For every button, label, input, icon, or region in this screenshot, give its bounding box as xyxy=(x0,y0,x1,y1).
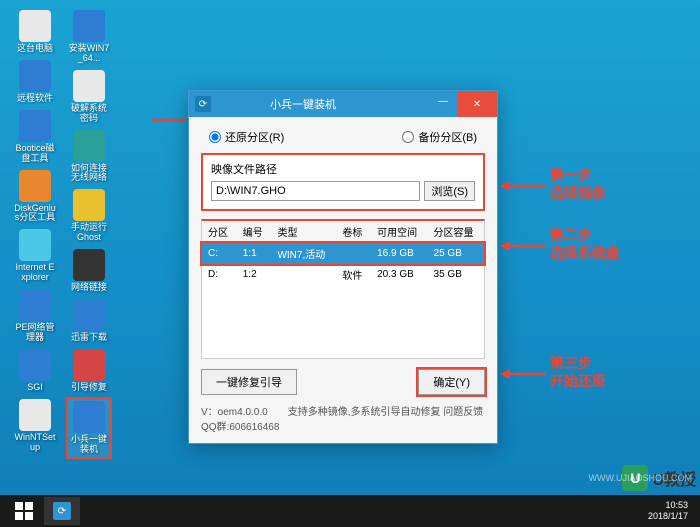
browse-button[interactable]: 浏览(S) xyxy=(424,181,475,201)
annotation-step2: 第二步 选择系统盘 xyxy=(550,226,620,262)
annotation-step3: 第三步 开始还原 xyxy=(550,354,606,390)
desktop-icon-xunlei[interactable]: 迅雷下载 xyxy=(66,297,112,345)
wireless-connect-icon xyxy=(73,130,105,162)
desktop-icon-internet-explorer[interactable]: Internet Explorer xyxy=(12,227,58,285)
col-header[interactable]: 编号 xyxy=(237,221,272,243)
bootice-disk-icon xyxy=(19,110,51,142)
image-path-input[interactable] xyxy=(211,181,420,201)
desktop-icon-diskgenius[interactable]: DiskGenius分区工具 xyxy=(12,168,58,226)
remote-software-icon xyxy=(19,60,51,92)
partition-row[interactable]: D:1:2软件20.3 GB35 GB xyxy=(202,264,484,285)
this-pc-icon xyxy=(19,10,51,42)
col-header[interactable]: 分区 xyxy=(202,221,237,243)
network-links-icon xyxy=(73,249,105,281)
col-header[interactable]: 卷标 xyxy=(336,221,371,243)
desktop-icon-boot-repair[interactable]: 引导修复 xyxy=(66,347,112,395)
boot-repair-icon xyxy=(73,349,105,381)
install-icon xyxy=(73,10,105,42)
partition-row[interactable]: C:1:1WIN7,活动16.9 GB25 GB xyxy=(202,243,484,265)
backup-partition-radio[interactable]: 备份分区(B) xyxy=(402,129,477,145)
system-tray[interactable]: 10:53 2018/1/17 xyxy=(648,500,694,522)
taskbar: ⟳ 10:53 2018/1/17 xyxy=(0,495,700,527)
sgi-icon xyxy=(19,349,51,381)
image-path-section: 映像文件路径 浏览(S) xyxy=(201,153,485,211)
desktop-icon-this-pc[interactable]: 这台电脑 xyxy=(12,8,58,56)
diskgenius-icon xyxy=(19,170,51,202)
pe-network-manager-icon xyxy=(19,289,51,321)
desktop-icon-install[interactable]: 安装WIN7_64... xyxy=(66,8,112,66)
app-icon: ⟳ xyxy=(195,96,211,112)
internet-explorer-icon xyxy=(19,229,51,261)
tray-time: 10:53 xyxy=(648,500,688,511)
start-button[interactable] xyxy=(6,497,42,525)
arrow-step3 xyxy=(498,366,548,382)
desktop-icon-ghost-manual[interactable]: 手动运行Ghost xyxy=(66,187,112,245)
col-header[interactable]: 可用空间 xyxy=(371,221,427,243)
image-path-label: 映像文件路径 xyxy=(211,161,475,177)
restore-partition-radio[interactable]: 还原分区(R) xyxy=(209,129,284,145)
installer-window: ⟳ 小兵一键装机 — ✕ 还原分区(R) 备份分区(B) 映像文件路径 浏览(S… xyxy=(188,90,498,444)
annotation-step1: 第一步 选择镜像 xyxy=(550,166,606,202)
desktop-icon-remote-software[interactable]: 远程软件 xyxy=(12,58,58,106)
desktop-icon-winntsetup[interactable]: WinNTSetup xyxy=(12,397,58,455)
partition-table: 分区编号类型卷标可用空间分区容量 C:1:1WIN7,活动16.9 GB25 G… xyxy=(201,219,485,359)
taskbar-app-installer[interactable]: ⟳ xyxy=(44,497,80,525)
tray-date: 2018/1/17 xyxy=(648,511,688,522)
col-header[interactable]: 分区容量 xyxy=(428,221,484,243)
desktop-icon-bootice-disk[interactable]: Bootice磁盘工具 xyxy=(12,108,58,166)
desktop-icon-pe-network-manager[interactable]: PE网络管理器 xyxy=(12,287,58,345)
desktop-icon-xiaobing-installer[interactable]: 小兵一键装机 xyxy=(66,397,112,459)
repair-boot-button[interactable]: 一键修复引导 xyxy=(201,369,297,395)
ok-button[interactable]: 确定(Y) xyxy=(418,369,485,395)
minimize-button[interactable]: — xyxy=(429,91,457,111)
desktop-icon-wireless-connect[interactable]: 如何连接无线网络 xyxy=(66,128,112,186)
status-bar: V：oem4.0.0.0 支持多种镜像,多系统引导自动修复 问题反馈QQ群:60… xyxy=(201,401,485,435)
arrow-step2 xyxy=(498,238,548,254)
watermark-url: WWW.UJIAOSHOU.COM xyxy=(589,473,693,483)
desktop-icon-network-links[interactable]: 网络链接 xyxy=(66,247,112,295)
desktop-icon-sgi[interactable]: SGI xyxy=(12,347,58,395)
winntsetup-icon xyxy=(19,399,51,431)
window-body: 还原分区(R) 备份分区(B) 映像文件路径 浏览(S) 分区编号类型卷标可用空… xyxy=(189,117,497,443)
arrow-step1 xyxy=(498,178,548,194)
titlebar[interactable]: ⟳ 小兵一键装机 — ✕ xyxy=(189,91,497,117)
ghost-manual-icon xyxy=(73,189,105,221)
xunlei-icon xyxy=(73,299,105,331)
xiaobing-installer-icon xyxy=(73,401,105,433)
close-button[interactable]: ✕ xyxy=(457,91,497,117)
desktop-icon-crack-password[interactable]: 破解系统密码 xyxy=(66,68,112,126)
window-title: 小兵一键装机 xyxy=(217,96,389,112)
crack-password-icon xyxy=(73,70,105,102)
col-header[interactable]: 类型 xyxy=(271,221,336,243)
